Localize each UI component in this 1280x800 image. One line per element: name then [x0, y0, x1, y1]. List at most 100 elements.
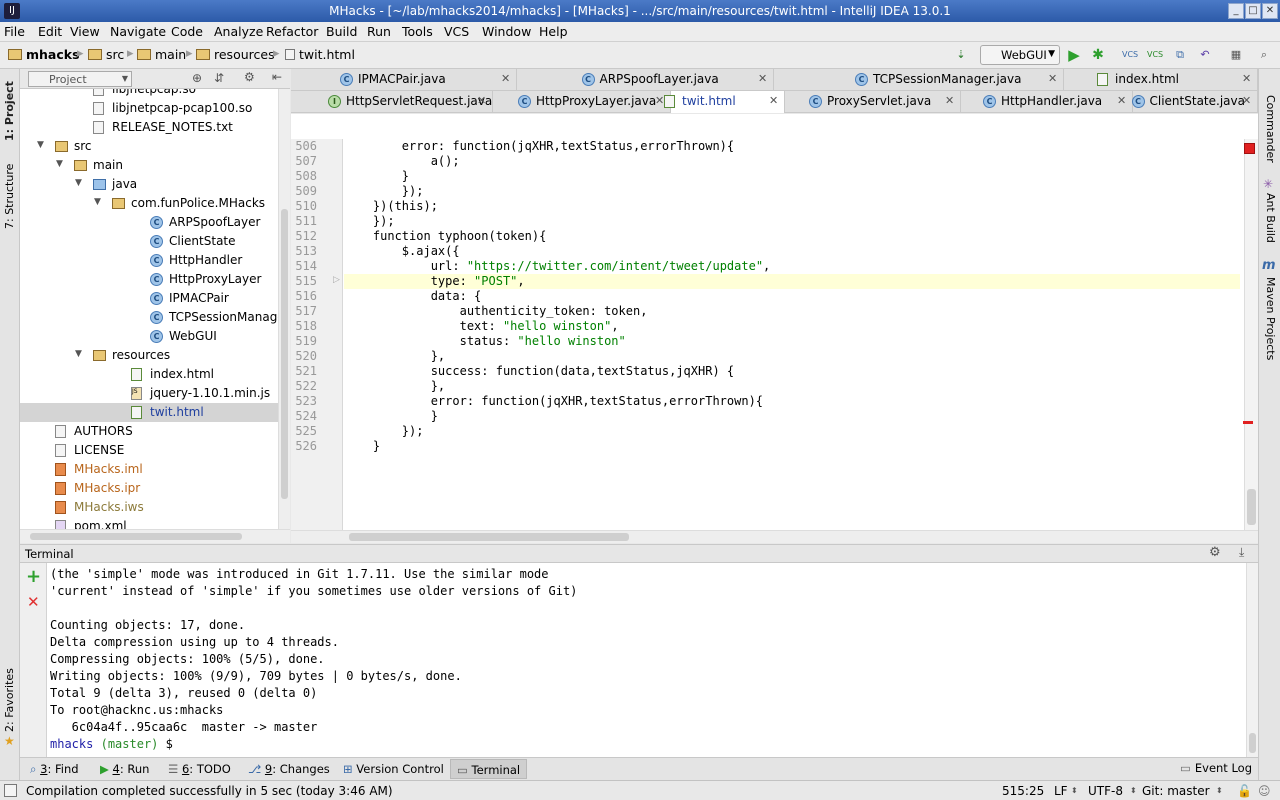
- gear-icon[interactable]: ⚙: [1209, 545, 1221, 560]
- inspector-icon[interactable]: ☺: [1258, 784, 1271, 798]
- tree-item[interactable]: libjnetpcap-pcap100.so: [20, 99, 278, 118]
- expand-arrow-icon[interactable]: ▼: [75, 349, 82, 359]
- editor-tab[interactable]: C TCPSessionManager.java ✕: [774, 69, 1064, 91]
- tree-item[interactable]: ▼ java: [20, 175, 278, 194]
- tool-ant-build[interactable]: Ant Build: [1264, 193, 1277, 243]
- tool-window-button[interactable]: ⊞ Version Control: [343, 762, 444, 776]
- tool-maven-projects[interactable]: Maven Projects: [1264, 277, 1277, 360]
- terminal-vertical-scrollbar[interactable]: [1246, 563, 1258, 757]
- minimize-button[interactable]: _: [1228, 3, 1244, 19]
- tool-structure[interactable]: 7: Structure: [3, 164, 16, 229]
- breadcrumb-file[interactable]: twit.html: [285, 47, 355, 62]
- editor-tab[interactable]: C HttpProxyLayer.java ✕: [493, 91, 671, 113]
- menu-vcs[interactable]: VCS: [444, 24, 469, 39]
- close-tab-icon[interactable]: ✕: [1117, 94, 1126, 107]
- line-separator[interactable]: LF: [1054, 784, 1068, 798]
- tree-item[interactable]: ▼ main: [20, 156, 278, 175]
- editor-tab[interactable]: C ARPSpoofLayer.java ✕: [517, 69, 774, 91]
- editor-tab[interactable]: C HttpHandler.java ✕: [961, 91, 1133, 113]
- project-view-select[interactable]: Project ▼: [28, 71, 132, 87]
- tree-item[interactable]: RELEASE_NOTES.txt: [20, 118, 278, 137]
- hide-panel-icon[interactable]: ⇤: [272, 70, 282, 84]
- tree-item[interactable]: LICENSE: [20, 441, 278, 460]
- expand-arrow-icon[interactable]: ▼: [37, 140, 44, 150]
- maximize-button[interactable]: □: [1245, 3, 1261, 19]
- tree-item[interactable]: C TCPSessionManager: [20, 308, 278, 327]
- expand-arrow-icon[interactable]: ▼: [75, 178, 82, 188]
- menu-analyze[interactable]: Analyze: [214, 24, 263, 39]
- scrollbar-thumb[interactable]: [30, 533, 242, 540]
- search-icon[interactable]: ⌕: [1256, 47, 1272, 63]
- toggle-tool-buttons-icon[interactable]: [4, 784, 17, 797]
- run-icon[interactable]: ▶: [1066, 47, 1082, 63]
- file-encoding[interactable]: UTF-8: [1088, 784, 1123, 798]
- close-tab-icon[interactable]: ✕: [1048, 72, 1057, 85]
- breadcrumb-src[interactable]: src: [88, 47, 124, 62]
- close-tab-icon[interactable]: ✕: [655, 94, 664, 107]
- scrollbar-thumb[interactable]: [1247, 489, 1256, 525]
- gear-icon[interactable]: ⚙: [244, 70, 255, 84]
- tool-window-button[interactable]: ⌕ 3: Find: [30, 762, 79, 777]
- tree-item[interactable]: libjnetpcap.so: [20, 89, 278, 99]
- scrollbar-thumb[interactable]: [1249, 733, 1256, 753]
- menu-help[interactable]: Help: [539, 24, 568, 39]
- expand-arrow-icon[interactable]: ▼: [56, 159, 63, 169]
- tree-item[interactable]: C HttpHandler: [20, 251, 278, 270]
- close-tab-icon[interactable]: ✕: [477, 94, 486, 107]
- tree-item[interactable]: ▼ src: [20, 137, 278, 156]
- menu-file[interactable]: File: [4, 24, 25, 39]
- menu-window[interactable]: Window: [482, 24, 531, 39]
- tool-commander[interactable]: Commander: [1264, 95, 1277, 163]
- tool-window-button[interactable]: ⎇ 9: Changes: [248, 762, 330, 776]
- event-log-button[interactable]: ▭ Event Log: [1180, 761, 1252, 775]
- tree-item[interactable]: index.html: [20, 365, 278, 384]
- debug-icon[interactable]: ✱: [1090, 47, 1106, 63]
- caret-position[interactable]: 515:25: [1002, 784, 1044, 798]
- menu-run[interactable]: Run: [367, 24, 391, 39]
- close-button[interactable]: ✕: [1262, 3, 1278, 19]
- tree-item[interactable]: twit.html: [20, 403, 278, 422]
- menu-edit[interactable]: Edit: [38, 24, 62, 39]
- project-vertical-scrollbar[interactable]: [278, 89, 290, 529]
- lock-icon[interactable]: 🔓: [1237, 784, 1252, 798]
- editor-tab[interactable]: C ProxyServlet.java ✕: [785, 91, 961, 113]
- scrollbar-thumb[interactable]: [349, 533, 629, 541]
- new-session-icon[interactable]: +: [26, 566, 41, 587]
- menu-build[interactable]: Build: [326, 24, 357, 39]
- vcs-commit-icon[interactable]: VCS: [1147, 47, 1163, 63]
- close-tab-icon[interactable]: ✕: [945, 94, 954, 107]
- tree-item[interactable]: JS jquery-1.10.1.min.js: [20, 384, 278, 403]
- close-tab-icon[interactable]: ✕: [1242, 72, 1251, 85]
- scroll-from-source-icon[interactable]: ⊕: [192, 71, 202, 85]
- tree-item[interactable]: pom.xml: [20, 517, 278, 529]
- breadcrumb-main[interactable]: main: [137, 47, 186, 62]
- close-tab-icon[interactable]: ✕: [1242, 94, 1251, 107]
- close-tab-icon[interactable]: ✕: [758, 72, 767, 85]
- tree-item[interactable]: C IPMACPair: [20, 289, 278, 308]
- compare-icon[interactable]: ⧉: [1172, 47, 1188, 63]
- tool-favorites[interactable]: 2: Favorites: [3, 668, 16, 732]
- error-status-icon[interactable]: [1244, 143, 1255, 154]
- tool-project[interactable]: 1: Project: [3, 81, 16, 141]
- terminal-prompt[interactable]: mhacks (master) $: [50, 737, 173, 751]
- editor-tab[interactable]: twit.html ✕: [664, 91, 785, 113]
- project-structure-icon[interactable]: ▦: [1228, 47, 1244, 63]
- tree-item[interactable]: ▼ com.funPolice.MHacks: [20, 194, 278, 213]
- tool-window-button[interactable]: ▶ 4: Run: [100, 762, 149, 776]
- editor-tab[interactable]: I HttpServletRequest.java ✕: [291, 91, 493, 113]
- tree-item[interactable]: MHacks.iws: [20, 498, 278, 517]
- expand-arrow-icon[interactable]: ▼: [94, 197, 101, 207]
- fold-marker-icon[interactable]: ▷: [333, 275, 340, 285]
- editor-tab[interactable]: C IPMACPair.java ✕: [291, 69, 517, 91]
- tree-item[interactable]: C HttpProxyLayer: [20, 270, 278, 289]
- collapse-all-icon[interactable]: ⇵: [214, 71, 224, 85]
- run-configuration-select[interactable]: WebGUI ▼: [980, 45, 1060, 65]
- tool-window-button[interactable]: ▭ Terminal: [450, 759, 528, 779]
- tree-item[interactable]: C WebGUI: [20, 327, 278, 346]
- menu-refactor[interactable]: Refactor: [266, 24, 318, 39]
- error-marker[interactable]: [1243, 421, 1253, 424]
- menu-code[interactable]: Code: [171, 24, 203, 39]
- tree-item[interactable]: MHacks.iml: [20, 460, 278, 479]
- revert-icon[interactable]: ↶: [1197, 47, 1213, 63]
- menu-navigate[interactable]: Navigate: [110, 24, 166, 39]
